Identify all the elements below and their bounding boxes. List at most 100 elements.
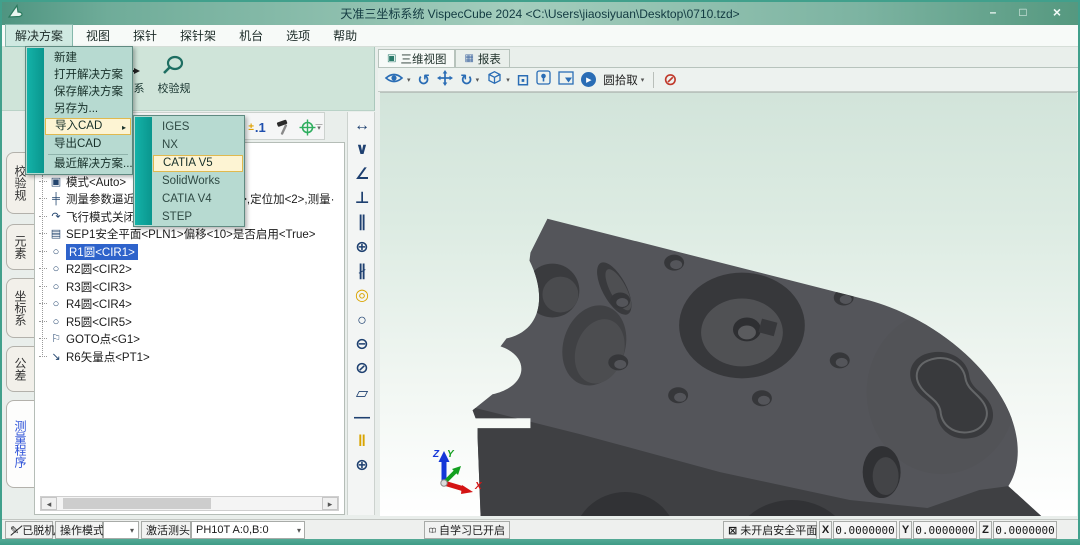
tree-item-circle-1[interactable]: ○R1圆<CIR1> (39, 243, 138, 260)
view-orientation-button[interactable] (486, 69, 503, 90)
mode-icon: ▣ (49, 175, 63, 188)
submenu-item-catia-v5[interactable]: CATIA V5 (153, 155, 243, 172)
straightness-icon[interactable]: — (348, 407, 376, 429)
rotate-view-button[interactable]: ↺ (418, 71, 431, 89)
operation-mode-select[interactable]: ▾ (103, 521, 139, 539)
circle-icon: ○ (49, 263, 63, 275)
menu-item-save-as[interactable]: 另存为... (45, 101, 131, 118)
menu-probe-rack[interactable]: 探针架 (170, 24, 226, 47)
view-tab-bar: ▣ 三维视图 ▦ 报表 (378, 49, 1078, 68)
submenu-item-iges[interactable]: IGES (153, 119, 243, 136)
tab-report[interactable]: ▦ 报表 (455, 49, 509, 67)
cube-icon (486, 69, 503, 86)
menu-item-save-solution[interactable]: 保存解决方案 (45, 84, 131, 101)
circle-icon: ○ (49, 316, 63, 328)
play-button[interactable]: ▶ (581, 72, 596, 87)
chevron-down-icon[interactable]: ▾ (476, 76, 480, 84)
parallelism-icon[interactable]: ∥ (348, 212, 376, 234)
self-learn-button[interactable]: 自学习已开启 (424, 521, 510, 539)
true-position-icon[interactable]: ⊕ (348, 455, 376, 477)
menu-bar: 解决方案 视图 探针 探针架 机台 选项 帮助 (2, 25, 1078, 47)
tree-item-vector-point[interactable]: ↘R6矢量点<PT1> (39, 348, 150, 365)
chevron-down-icon[interactable]: ▾ (641, 76, 645, 84)
submenu-item-catia-v4[interactable]: CATIA V4 (153, 191, 243, 208)
probe-disabled-icon[interactable]: ⊘ (663, 70, 677, 90)
pan-button[interactable] (437, 70, 453, 90)
circle-icon: ○ (49, 281, 63, 293)
position-icon[interactable]: ⊕ (348, 237, 376, 259)
chevron-down-icon: ▾ (130, 526, 134, 535)
y-axis-label: Y (447, 449, 455, 460)
parallel-planes-icon[interactable]: ‖ (348, 431, 376, 453)
close-button[interactable]: × (1046, 4, 1068, 21)
scroll-right-icon[interactable]: ▸ (322, 497, 338, 510)
window-select-button[interactable] (558, 71, 574, 89)
menu-item-import-cad[interactable]: 导入CAD ▸ (45, 118, 131, 135)
scrollbar-thumb[interactable] (63, 498, 211, 509)
sidebar-tab-coordinate[interactable]: 坐标系 (6, 278, 34, 338)
runout-icon[interactable]: ⊘ (348, 358, 376, 380)
menu-item-export-cad[interactable]: 导出CAD (45, 136, 131, 153)
safety-plane-status: ⊠ 未开启安全平面 (723, 521, 817, 539)
menu-help[interactable]: 帮助 (323, 24, 367, 47)
measure-params-icon: ╪ (49, 193, 63, 205)
submenu-item-nx[interactable]: NX (153, 137, 243, 154)
construct-button[interactable] (273, 117, 293, 137)
pick-mode-select[interactable]: 圆拾取 (603, 72, 638, 88)
submenu-item-step[interactable]: STEP (153, 209, 243, 226)
tree-item-mode[interactable]: ▣模式<Auto> (39, 173, 126, 190)
menu-item-recent-solutions[interactable]: 最近解决方案... (45, 156, 131, 173)
angle-icon[interactable]: ∨ (348, 139, 376, 161)
orbit-button[interactable]: ↻ (460, 71, 473, 89)
angle-between-icon[interactable]: ∠ (348, 164, 376, 186)
tree-item-circle-3[interactable]: ○R3圆<CIR3> (39, 278, 132, 295)
tab-3d-view[interactable]: ▣ 三维视图 (378, 49, 455, 67)
locate-button[interactable] (536, 70, 551, 89)
hammer-icon (275, 119, 292, 136)
active-probe-select[interactable]: PH10T A:0,B:0 ▾ (191, 521, 305, 539)
submenu-item-solidworks[interactable]: SolidWorks (153, 173, 243, 190)
minimize-button[interactable]: – (982, 4, 1004, 21)
precision-button[interactable]: ±.1 (244, 117, 270, 137)
solution-menu-dropdown: 新建 打开解决方案 保存解决方案 另存为... 导入CAD ▸ 导出CAD 最近… (25, 46, 133, 175)
angularity-icon[interactable]: ∦ (348, 261, 376, 283)
menu-machine[interactable]: 机台 (229, 24, 273, 47)
menu-item-open-solution[interactable]: 打开解决方案 (45, 67, 131, 84)
report-icon: ▦ (464, 53, 473, 64)
tree-item-safety-plane[interactable]: ▤SEP1安全平面<PLN1>偏移<10>是否启用<True> (39, 225, 315, 242)
visibility-button[interactable] (384, 71, 404, 89)
gauge-check-button[interactable]: 校验规 (152, 54, 196, 96)
tree-item-circle-2[interactable]: ○R2圆<CIR2> (39, 260, 132, 277)
sidebar-tab-program[interactable]: 测量程序 (6, 400, 34, 488)
symmetry-icon[interactable]: ⊖ (348, 334, 376, 356)
perpendicularity-icon[interactable]: ⊥ (348, 188, 376, 210)
y-axis-label: Y (899, 521, 912, 539)
menu-view[interactable]: 视图 (76, 24, 120, 47)
tree-item-circle-4[interactable]: ○R4圆<CIR4> (39, 295, 132, 312)
toolbar-overflow-icon[interactable]: —▾ (314, 117, 324, 137)
menu-solution[interactable]: 解决方案 (5, 24, 73, 47)
menu-probe[interactable]: 探针 (123, 24, 167, 47)
menu-item-new[interactable]: 新建 (45, 50, 131, 67)
concentricity-icon[interactable]: ◎ (348, 285, 376, 307)
x-axis-label: X (474, 481, 482, 492)
scroll-left-icon[interactable]: ◂ (41, 497, 57, 510)
tree-horizontal-scrollbar[interactable]: ◂ ▸ (40, 496, 339, 511)
safety-plane-icon: ▤ (49, 227, 63, 240)
gdt-toolbar: ↔ ∨ ∠ ⊥ ∥ ⊕ ∦ ◎ ○ ⊖ ⊘ ▱ — ‖ ⊕ (347, 112, 375, 515)
safety-plane-icon: ⊠ (728, 524, 737, 537)
menu-options[interactable]: 选项 (276, 24, 320, 47)
tree-item-circle-5[interactable]: ○R5圆<CIR5> (39, 313, 132, 330)
zoom-fit-button[interactable]: ⊡ (517, 71, 530, 89)
maximize-button[interactable]: □ (1012, 4, 1034, 21)
chevron-down-icon[interactable]: ▾ (407, 76, 411, 84)
tree-item-goto[interactable]: ⚐GOTO点<G1> (39, 330, 140, 347)
sidebar-tab-elements[interactable]: 元素 (6, 224, 34, 270)
roundness-icon[interactable]: ○ (348, 310, 376, 332)
flatness-icon[interactable]: ▱ (348, 383, 376, 405)
viewport-3d[interactable]: Z Y X (380, 92, 1077, 516)
tree-item-flight[interactable]: ↷飞行模式关闭 (39, 208, 135, 225)
chevron-down-icon[interactable]: ▾ (506, 76, 510, 84)
distance-icon[interactable]: ↔ (348, 115, 376, 137)
sidebar-tab-tolerance[interactable]: 公差 (6, 346, 34, 392)
